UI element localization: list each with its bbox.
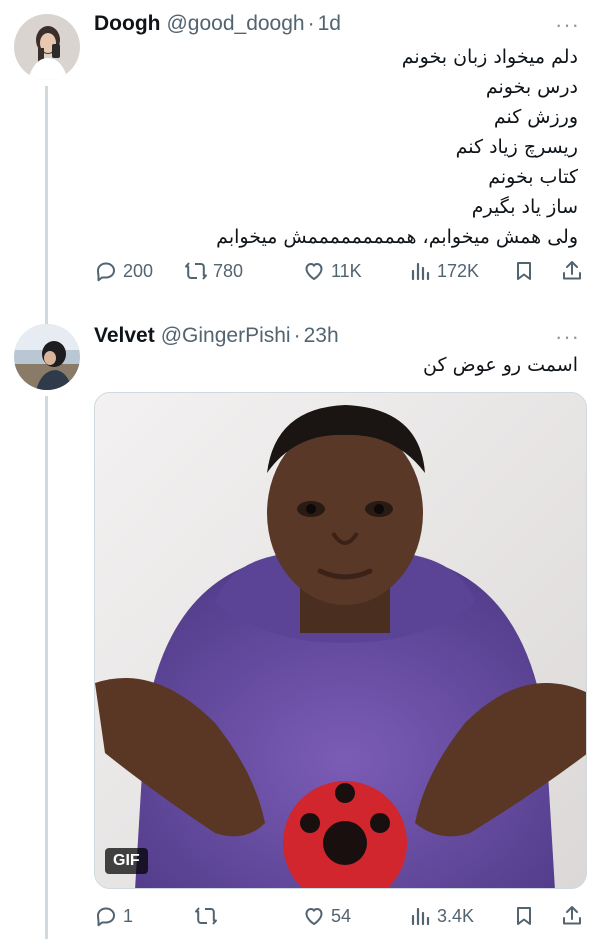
like-button[interactable]: 11K bbox=[302, 259, 362, 283]
display-name[interactable]: Doogh bbox=[94, 12, 160, 36]
share-button[interactable] bbox=[560, 904, 584, 928]
timestamp[interactable]: 23h bbox=[304, 324, 339, 348]
tweet-text: اسمت رو عوض کن bbox=[94, 350, 578, 380]
like-button[interactable]: 54 bbox=[302, 904, 351, 928]
separator-dot: · bbox=[293, 324, 301, 347]
more-options-icon[interactable]: ··· bbox=[555, 324, 580, 350]
tweet-line: ورزش کنم bbox=[493, 106, 578, 128]
reply-button[interactable]: 1 bbox=[94, 904, 133, 928]
like-count: 11K bbox=[331, 260, 362, 281]
timestamp[interactable]: 1d bbox=[318, 12, 341, 36]
tweet-line: ولی همش میخوابم، همممممممممش میخوابم bbox=[216, 226, 578, 248]
bookmark-button[interactable] bbox=[512, 904, 536, 928]
user-handle[interactable]: @GingerPishi bbox=[161, 324, 291, 348]
like-count: 54 bbox=[331, 905, 352, 926]
tweet-text: دلم میخواد زبان بخونم درس بخونم ورزش کنم… bbox=[94, 42, 578, 252]
thread-line bbox=[45, 396, 48, 939]
tweet-line: ساز یاد بگیرم bbox=[471, 196, 578, 218]
bookmark-icon bbox=[517, 907, 531, 925]
gif-image bbox=[95, 393, 586, 888]
retweet-button[interactable] bbox=[194, 904, 223, 928]
avatar[interactable] bbox=[14, 324, 80, 390]
retweet-icon bbox=[195, 907, 217, 925]
tweet-header: Velvet @GingerPishi · 23h ··· bbox=[94, 322, 580, 350]
share-icon bbox=[563, 906, 581, 925]
user-handle[interactable]: @good_doogh bbox=[166, 12, 304, 36]
views-count: 3.4K bbox=[437, 905, 475, 926]
tweet-line: درس بخونم bbox=[485, 76, 578, 98]
reply-icon bbox=[97, 907, 115, 927]
tweet-1[interactable]: Doogh @good_doogh · 1d ··· دلم میخواد زب… bbox=[0, 0, 600, 326]
gif-media[interactable]: GIF bbox=[94, 392, 587, 889]
tweet-line: ریسرچ زیاد کنم bbox=[455, 136, 578, 158]
like-icon bbox=[305, 908, 323, 925]
reply-button[interactable]: 200 bbox=[94, 259, 153, 283]
tweet-line: کتاب بخونم bbox=[488, 166, 578, 188]
thread-line bbox=[45, 86, 48, 326]
views-button[interactable]: 3.4K bbox=[408, 904, 474, 928]
tweet-header: Doogh @good_doogh · 1d ··· bbox=[94, 10, 580, 38]
more-options-icon[interactable]: ··· bbox=[555, 12, 580, 38]
action-bar: 200 780 11K 172K bbox=[94, 256, 586, 286]
like-icon bbox=[305, 263, 323, 280]
views-count: 172K bbox=[437, 260, 480, 281]
tweet-line: دلم میخواد زبان بخونم bbox=[401, 46, 578, 68]
views-icon bbox=[411, 907, 430, 926]
share-button[interactable] bbox=[560, 259, 584, 283]
action-bar: 1 54 3.4K bbox=[94, 901, 586, 931]
avatar[interactable] bbox=[14, 14, 80, 80]
bookmark-button[interactable] bbox=[512, 259, 536, 283]
display-name[interactable]: Velvet bbox=[94, 324, 155, 348]
gif-badge: GIF bbox=[105, 848, 148, 874]
views-icon bbox=[411, 262, 430, 281]
reply-count: 1 bbox=[123, 905, 134, 926]
views-button[interactable]: 172K bbox=[408, 259, 479, 283]
reply-icon bbox=[97, 262, 115, 282]
retweet-count: 780 bbox=[213, 260, 244, 281]
separator-dot: · bbox=[307, 12, 315, 35]
tweet-line: اسمت رو عوض کن bbox=[423, 354, 578, 376]
share-icon bbox=[563, 261, 581, 280]
reply-count: 200 bbox=[123, 260, 154, 281]
retweet-icon bbox=[185, 262, 207, 280]
retweet-button[interactable]: 780 bbox=[184, 259, 243, 283]
bookmark-icon bbox=[517, 262, 531, 280]
